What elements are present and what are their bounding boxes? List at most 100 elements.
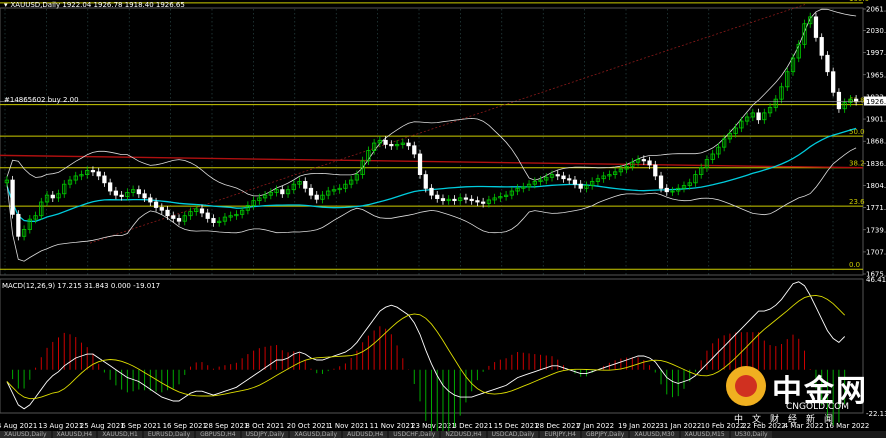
x-tick-label: 6 Sep 2021 (121, 422, 161, 430)
candle-body (429, 187, 434, 196)
y-tick-label: 1771.8 (866, 204, 886, 212)
candle-body (50, 194, 55, 199)
candle-body (113, 190, 119, 196)
candle-body (96, 171, 101, 177)
chart-tab[interactable]: NZDUSD,H4 (441, 431, 486, 438)
candle-body (383, 139, 388, 145)
y-tick-label: 1707.2 (866, 248, 886, 256)
candle-body (452, 198, 457, 202)
fib-level-label: 23.6 (849, 198, 865, 206)
y-tick-label: 1836.4 (866, 160, 886, 168)
caret-down-icon[interactable]: ▾ (4, 1, 8, 9)
fib-level-label: 0.0 (849, 261, 860, 269)
y-tick-label: 1965.6 (866, 71, 886, 79)
candle-body (481, 201, 486, 204)
candle-body (641, 159, 646, 162)
candle-body (406, 142, 411, 147)
ma-cyan-line (6, 127, 857, 222)
x-tick-label: 8 Oct 2021 (245, 422, 284, 430)
candle-body (136, 189, 141, 195)
candle-body (854, 98, 859, 102)
chart-header: ▾ XAUUSD,Daily 1922.04 1926.78 1918.40 19… (4, 1, 185, 9)
chart-tab[interactable]: XAUUSD,H4 (52, 431, 97, 438)
candle-body (555, 174, 560, 177)
chart-tab[interactable]: USDCAD,Daily (487, 431, 539, 438)
candle-body (463, 197, 469, 200)
candle-body (561, 175, 566, 180)
candle-body (176, 218, 182, 222)
candle-body (102, 175, 107, 184)
watermark: 中金网 CNGOLD.COM 中文财经新闻 (726, 366, 882, 425)
x-tick-label: 20 Oct 2021 (287, 422, 330, 430)
candle-body (469, 198, 474, 202)
candle-body (475, 200, 480, 203)
chart-tab[interactable]: XAUUSD,Daily (0, 431, 51, 438)
bollinger-lower-line (6, 147, 857, 262)
chart-tab[interactable]: USDCHF,Daily (389, 431, 440, 438)
chart-tab[interactable]: GBPJPY,Daily (581, 431, 629, 438)
y-tick-label: 2030.2 (866, 27, 886, 35)
candle-body (653, 164, 658, 177)
x-tick-label: 3 Dec 2021 (452, 422, 492, 430)
trade-label: #14865602 buy 2.00 (4, 96, 79, 104)
x-tick-label: 19 Jan 2022 (618, 422, 660, 430)
watermark-tagline: 中文财经新闻 (734, 415, 843, 425)
ohlc-label: 1922.04 1926.78 1918.40 1926.65 (62, 1, 185, 9)
candle-body (303, 181, 308, 189)
chart-tab[interactable]: XAGUSD,Daily (290, 431, 342, 438)
x-tick-label: 7 Jan 2022 (577, 422, 615, 430)
candle-body (119, 194, 124, 197)
x-tick-label: 15 Dec 2021 (494, 422, 539, 430)
x-tick-label: 13 Aug 2021 (38, 422, 83, 430)
fib-level-label: 100.0 (849, 0, 869, 3)
candle-body (423, 174, 428, 189)
chart-tab[interactable]: XAUUSD,M15 (680, 431, 729, 438)
macd-axis-label: 46.413 (866, 276, 886, 284)
brand-logo-icon (726, 366, 766, 406)
candle-body (578, 183, 583, 189)
x-tick-label: 28 Dec 2021 (535, 422, 580, 430)
chart-tab[interactable]: XAUUSD,H1 (98, 431, 142, 438)
candle-body (211, 218, 216, 223)
y-tick-label: 1997.9 (866, 49, 886, 57)
candle-body (567, 178, 572, 181)
fib-level-label: 38.2 (849, 160, 865, 168)
candle-body (308, 187, 314, 196)
y-tick-label: 1901.0 (866, 116, 886, 124)
candle-body (159, 207, 164, 211)
candle-body (813, 16, 819, 38)
candle-body (819, 37, 824, 56)
candle-body (825, 54, 830, 73)
chart-tab[interactable]: GBPUSD,H4 (196, 431, 240, 438)
symbol-label: XAUUSD,Daily (10, 1, 61, 9)
y-tick-label: 2061.5 (866, 6, 886, 14)
candle-body (664, 187, 669, 193)
chart-tab[interactable]: XAUUSD,M30 (630, 431, 679, 438)
y-tick-label: 1868.7 (866, 138, 886, 146)
trend-line (89, 4, 806, 244)
candle-body (831, 71, 836, 93)
candle-body (435, 194, 440, 199)
candle-body (756, 112, 761, 121)
candle-body (90, 170, 96, 173)
candle-body (142, 193, 147, 199)
candle-body (658, 175, 664, 189)
candle-body (389, 144, 394, 147)
chart-tab[interactable]: EURJPY,H4 (540, 431, 580, 438)
chart-tab[interactable]: EURUSD,Daily (143, 431, 195, 438)
chart-tab[interactable]: USDJPY,Daily (241, 431, 289, 438)
chart-tab[interactable]: US30,Daily (730, 431, 772, 438)
candle-body (205, 212, 210, 219)
candle-body (314, 194, 319, 200)
x-tick-label: 4 Aug 2021 (0, 422, 37, 430)
y-tick-label: 1926.6 (866, 98, 886, 106)
candle-body (199, 208, 205, 214)
candle-body (836, 91, 842, 110)
candle-body (10, 179, 15, 215)
x-tick-label: 25 Aug 2021 (80, 422, 125, 430)
candle-body (280, 189, 285, 195)
x-tick-label: 11 Nov 2021 (370, 422, 415, 430)
candle-body (108, 182, 113, 192)
candle-body (647, 160, 652, 166)
chart-tab[interactable]: AUDUSD,H4 (343, 431, 388, 438)
